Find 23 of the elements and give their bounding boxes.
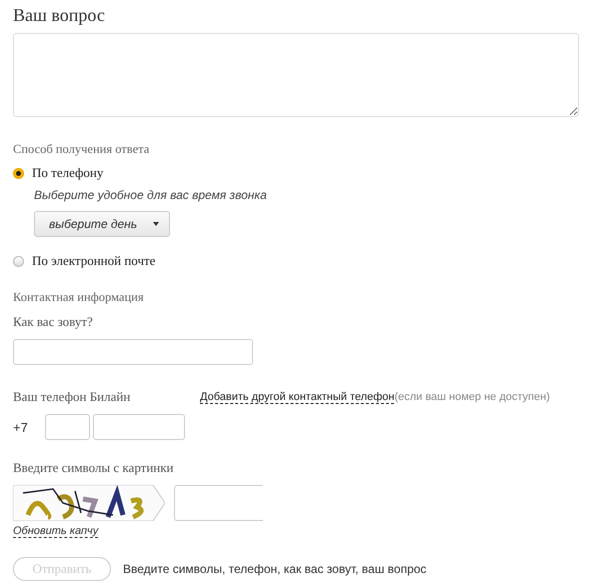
section-label: Контактная информация <box>13 289 145 305</box>
field-label: Введите символы с картинки <box>13 460 175 476</box>
field-label: Как вас зовут? <box>13 314 94 330</box>
day-select[interactable]: выберите день <box>34 211 170 237</box>
name-field[interactable] <box>13 339 253 365</box>
radio-label[interactable]: По телефону <box>32 165 104 181</box>
caret-icon <box>153 222 159 226</box>
radio-label[interactable]: По электронной почте <box>32 253 156 269</box>
phone-field[interactable] <box>93 414 185 440</box>
country-code: +7 <box>13 420 29 434</box>
area-code-field[interactable] <box>45 414 90 440</box>
radio-button[interactable] <box>13 168 24 178</box>
section-title: Ваш вопрос <box>13 4 106 26</box>
refresh-captcha-link[interactable]: Обновить капчу <box>13 525 98 538</box>
radio-button[interactable] <box>13 256 24 266</box>
hint-text: Выберите удобное для вас время звонка <box>34 187 268 203</box>
captcha-field[interactable] <box>174 485 263 521</box>
field-label: Способ получения ответа <box>13 141 150 157</box>
field-label: Ваш телефон Билайн <box>13 389 132 405</box>
hint-text: Введите символы, телефон, как вас зовут, ваш вопрос <box>123 562 426 576</box>
add-phone-link[interactable]: Добавить другой контактный телефон <box>200 391 394 404</box>
note-text: (если ваш номер не доступен) <box>394 391 550 403</box>
question-field[interactable] <box>13 33 579 117</box>
